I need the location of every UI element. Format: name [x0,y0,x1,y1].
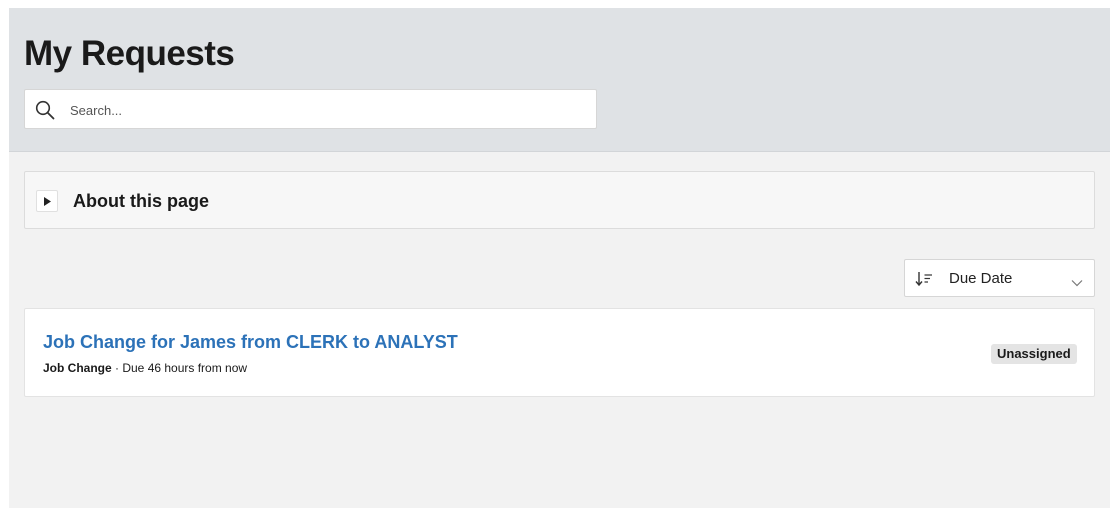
page-header: My Requests [9,8,1110,152]
request-meta: Job Change · Due 46 hours from now [43,361,247,375]
request-card: Job Change for James from CLERK to ANALY… [24,308,1095,397]
status-badge: Unassigned [991,344,1077,364]
page-title: My Requests [24,34,235,73]
request-title-link[interactable]: Job Change for James from CLERK to ANALY… [43,331,458,353]
meta-separator: · [111,361,123,375]
sort-select[interactable]: Due Date [904,259,1095,297]
search-icon [35,100,55,120]
about-region: About this page [24,171,1095,229]
search-input[interactable] [68,98,592,122]
request-due: Due 46 hours from now [122,361,248,375]
request-type: Job Change [43,361,112,375]
chevron-down-icon [1071,274,1083,292]
search-box[interactable] [24,89,597,129]
page-body: My Requests About this page [9,8,1110,508]
about-title[interactable]: About this page [73,190,209,212]
sort-descending-icon [915,271,933,292]
about-toggle-button[interactable] [36,190,58,212]
triangle-right-icon [44,197,51,206]
sort-selected-value: Due Date [949,270,1013,287]
